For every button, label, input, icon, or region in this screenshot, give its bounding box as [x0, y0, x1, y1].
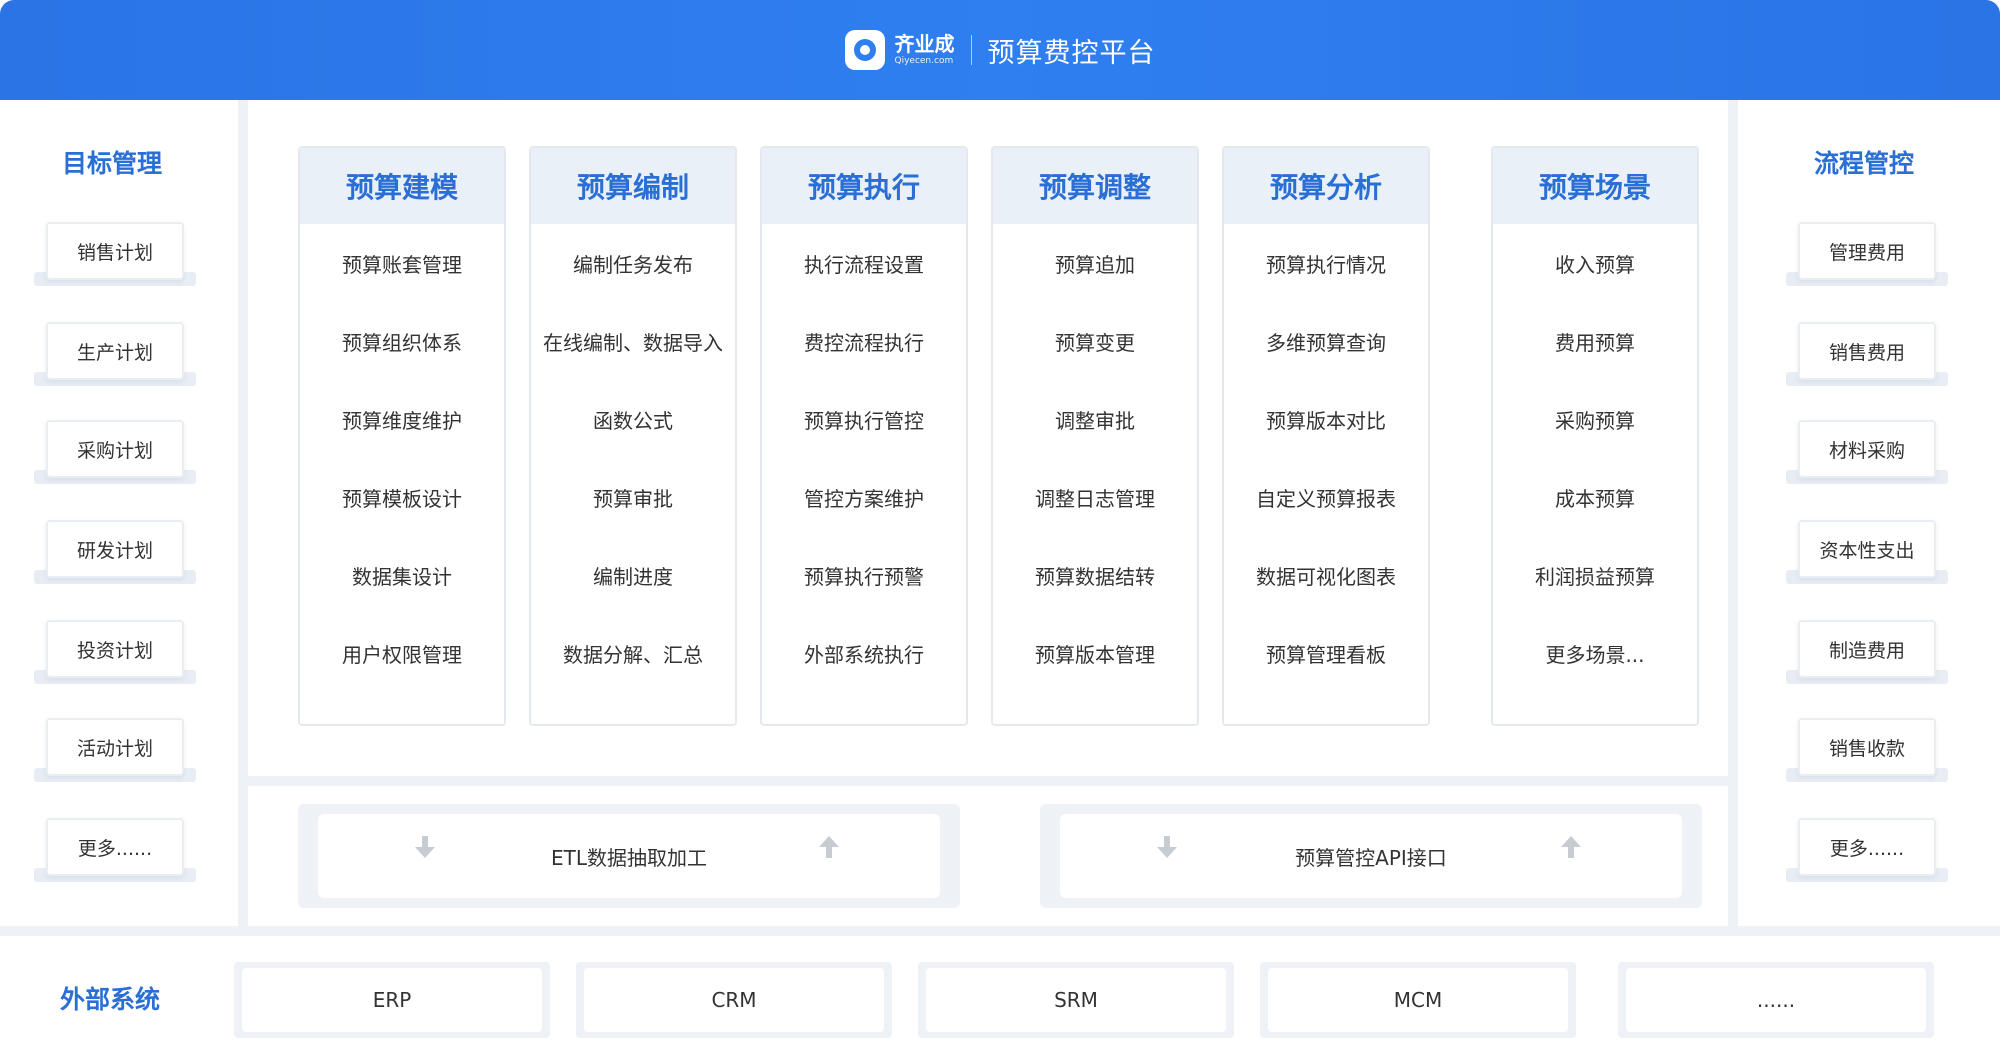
- module-item[interactable]: 更多场景...: [1493, 614, 1697, 692]
- qiyecen-logo-icon: [844, 30, 885, 70]
- module-item[interactable]: 预算管理看板: [1224, 614, 1428, 692]
- right-item[interactable]: 销售费用: [1786, 322, 1948, 386]
- module-item[interactable]: 费用预算: [1493, 302, 1697, 380]
- module-item[interactable]: 函数公式: [531, 380, 735, 458]
- module-item[interactable]: 预算版本管理: [993, 614, 1197, 692]
- module-item[interactable]: 调整日志管理: [993, 458, 1197, 536]
- left-item[interactable]: 研发计划: [34, 520, 196, 584]
- module-item[interactable]: 数据可视化图表: [1224, 536, 1428, 614]
- logo-cn: 齐业成: [894, 32, 955, 56]
- module-budget-execution: 预算执行 执行流程设置 费控流程执行 预算执行管控 管控方案维护 预算执行预警 …: [760, 146, 968, 726]
- external-system[interactable]: CRM: [576, 962, 892, 1038]
- brand: 齐业成 Qiyecen.com 预算费控平台: [844, 30, 1156, 70]
- external-system[interactable]: SRM: [918, 962, 1234, 1038]
- module-budget-scenarios: 预算场景 收入预算 费用预算 采购预算 成本预算 利润损益预算 更多场景...: [1491, 146, 1699, 726]
- module-item[interactable]: 预算审批: [531, 458, 735, 536]
- left-item[interactable]: 采购计划: [34, 420, 196, 484]
- module-title: 预算编制: [531, 148, 735, 224]
- module-item[interactable]: 利润损益预算: [1493, 536, 1697, 614]
- module-title: 预算分析: [1224, 148, 1428, 224]
- right-item[interactable]: 资本性支出: [1786, 520, 1948, 584]
- target-management-title: 目标管理: [61, 149, 162, 178]
- logo-en: Qiyecen.com: [894, 56, 954, 66]
- platform-header: 齐业成 Qiyecen.com 预算费控平台: [0, 0, 2000, 100]
- module-item[interactable]: 自定义预算报表: [1224, 458, 1428, 536]
- module-item[interactable]: 预算账套管理: [300, 224, 504, 302]
- arrow-down-icon: [415, 836, 435, 858]
- etl-interface: ETL数据抽取加工: [298, 804, 960, 908]
- module-item[interactable]: 多维预算查询: [1224, 302, 1428, 380]
- module-title: 预算调整: [993, 148, 1197, 224]
- api-interface: 预算管控API接口: [1040, 804, 1702, 908]
- module-title: 预算场景: [1493, 148, 1697, 224]
- external-system[interactable]: ......: [1618, 962, 1934, 1038]
- module-title: 预算执行: [762, 148, 966, 224]
- module-item[interactable]: 预算模板设计: [300, 458, 504, 536]
- module-item[interactable]: 数据分解、汇总: [531, 614, 735, 692]
- logo-text: 齐业成 Qiyecen.com: [895, 34, 955, 66]
- module-item[interactable]: 编制进度: [531, 536, 735, 614]
- module-budget-analysis: 预算分析 预算执行情况 多维预算查询 预算版本对比 自定义预算报表 数据可视化图…: [1222, 146, 1430, 726]
- platform-title: 预算费控平台: [987, 37, 1156, 69]
- arrow-up-icon: [1561, 836, 1581, 858]
- module-item[interactable]: 成本预算: [1493, 458, 1697, 536]
- module-item[interactable]: 管控方案维护: [762, 458, 966, 536]
- module-item[interactable]: 外部系统执行: [762, 614, 966, 692]
- external-system[interactable]: ERP: [234, 962, 550, 1038]
- external-systems-title: 外部系统: [59, 985, 160, 1014]
- module-item[interactable]: 预算版本对比: [1224, 380, 1428, 458]
- module-item[interactable]: 预算组织体系: [300, 302, 504, 380]
- module-item[interactable]: 预算追加: [993, 224, 1197, 302]
- left-item[interactable]: 生产计划: [34, 322, 196, 386]
- arrow-down-icon: [1157, 836, 1177, 858]
- arrow-up-icon: [819, 836, 839, 858]
- module-item[interactable]: 预算执行预警: [762, 536, 966, 614]
- module-item[interactable]: 预算执行情况: [1224, 224, 1428, 302]
- module-item[interactable]: 用户权限管理: [300, 614, 504, 692]
- module-budget-preparation: 预算编制 编制任务发布 在线编制、数据导入 函数公式 预算审批 编制进度 数据分…: [529, 146, 737, 726]
- external-system[interactable]: MCM: [1260, 962, 1576, 1038]
- module-item[interactable]: 调整审批: [993, 380, 1197, 458]
- module-budget-modeling: 预算建模 预算账套管理 预算组织体系 预算维度维护 预算模板设计 数据集设计 用…: [298, 146, 506, 726]
- module-item[interactable]: 预算变更: [993, 302, 1197, 380]
- left-item[interactable]: 活动计划: [34, 718, 196, 782]
- module-item[interactable]: 预算维度维护: [300, 380, 504, 458]
- module-title: 预算建模: [300, 148, 504, 224]
- module-item[interactable]: 采购预算: [1493, 380, 1697, 458]
- module-item[interactable]: 收入预算: [1493, 224, 1697, 302]
- left-item[interactable]: 更多......: [34, 818, 196, 882]
- module-item[interactable]: 执行流程设置: [762, 224, 966, 302]
- right-item[interactable]: 更多......: [1786, 818, 1948, 882]
- right-item[interactable]: 制造费用: [1786, 620, 1948, 684]
- module-item[interactable]: 在线编制、数据导入: [531, 302, 735, 380]
- module-item[interactable]: 数据集设计: [300, 536, 504, 614]
- module-item[interactable]: 预算执行管控: [762, 380, 966, 458]
- left-item[interactable]: 销售计划: [34, 222, 196, 286]
- left-item[interactable]: 投资计划: [34, 620, 196, 684]
- right-item[interactable]: 材料采购: [1786, 420, 1948, 484]
- right-item[interactable]: 销售收款: [1786, 718, 1948, 782]
- brand-divider: [970, 35, 972, 65]
- process-control-title: 流程管控: [1813, 149, 1914, 178]
- right-item[interactable]: 管理费用: [1786, 222, 1948, 286]
- module-item[interactable]: 编制任务发布: [531, 224, 735, 302]
- module-item[interactable]: 预算数据结转: [993, 536, 1197, 614]
- module-item[interactable]: 费控流程执行: [762, 302, 966, 380]
- module-budget-adjustment: 预算调整 预算追加 预算变更 调整审批 调整日志管理 预算数据结转 预算版本管理: [991, 146, 1199, 726]
